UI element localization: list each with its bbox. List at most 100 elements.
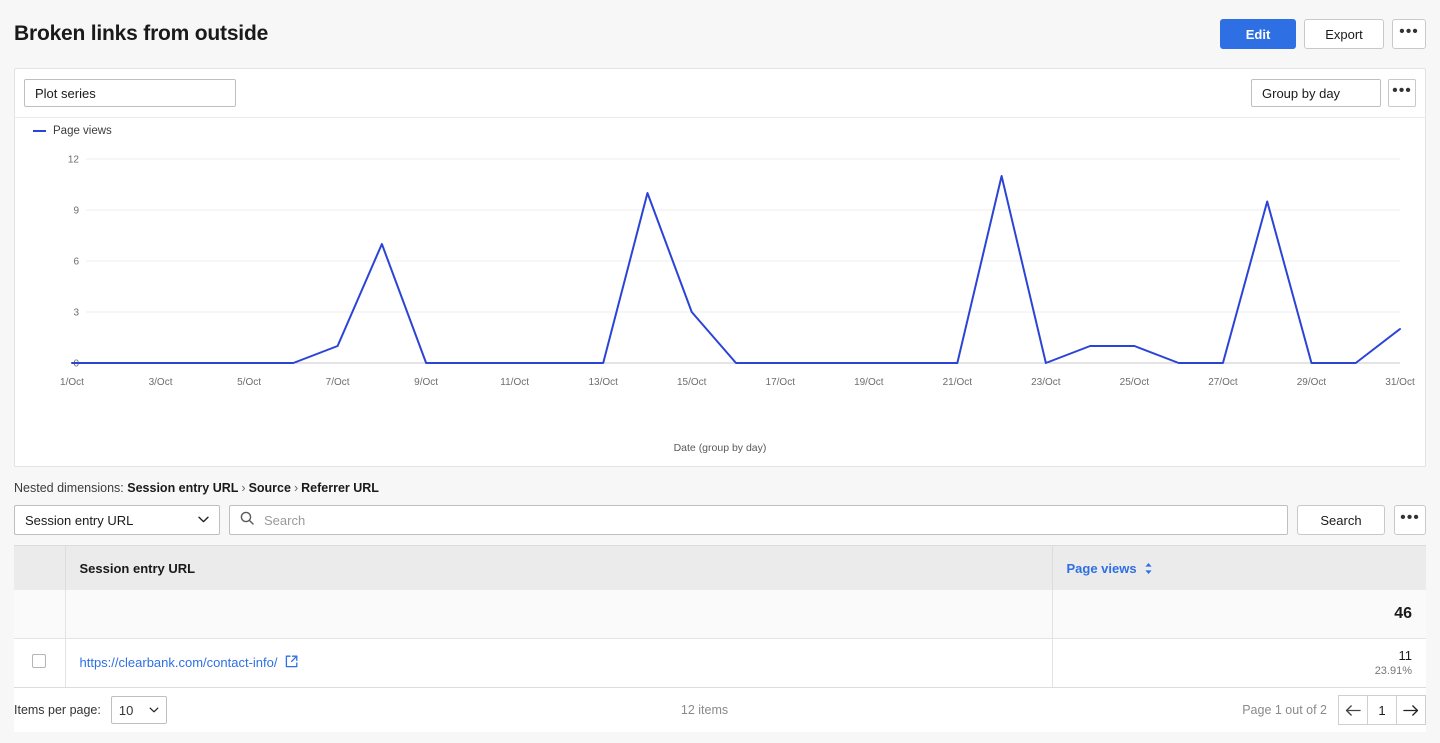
item-count: 12 items	[680, 703, 729, 717]
page-status: Page 1 out of 2	[1242, 703, 1327, 717]
svg-text:3/Oct: 3/Oct	[149, 377, 173, 388]
svg-text:9/Oct: 9/Oct	[414, 377, 438, 388]
row-url-link-wrap[interactable]: https://clearbank.com/contact-info/	[80, 655, 299, 671]
dimension-select[interactable]: Session entry URL	[14, 505, 220, 535]
row-page-views: 11	[1398, 647, 1413, 663]
arrow-right-icon	[1403, 704, 1419, 716]
svg-text:31/Oct: 31/Oct	[1385, 377, 1415, 388]
svg-text:12: 12	[68, 155, 80, 166]
nested-dimension-2: Source	[248, 481, 291, 495]
svg-text:21/Oct: 21/Oct	[943, 377, 973, 388]
chart-more-options-button[interactable]: •••	[1388, 79, 1416, 107]
svg-text:7/Oct: 7/Oct	[326, 377, 350, 388]
header-dimension-label: Session entry URL	[79, 560, 196, 576]
plot-series-select[interactable]: Plot series	[24, 79, 236, 107]
results-table-element: Session entry URL Page views 46 https://…	[14, 546, 1426, 687]
total-page-views: 46	[1394, 604, 1412, 622]
chevron-down-icon	[198, 515, 209, 526]
more-options-button[interactable]: •••	[1392, 19, 1426, 49]
svg-text:9: 9	[73, 206, 79, 217]
header-actions: Edit Export •••	[1220, 19, 1426, 49]
nested-dimension-3: Referrer URL	[301, 481, 379, 495]
chart-toolbar-right: Group by day •••	[1251, 79, 1416, 107]
header-checkbox-cell	[14, 546, 66, 590]
header-metric-label: Page views	[1066, 560, 1137, 576]
header-metric-cell[interactable]: Page views	[1052, 546, 1426, 590]
row-checkbox[interactable]	[32, 654, 47, 669]
nested-sep-1: ›	[241, 481, 246, 495]
row-metric-cell: 11 23.91%	[1052, 638, 1426, 687]
pager-controls: 1	[1338, 695, 1426, 725]
table-total-row: 46	[14, 590, 1426, 638]
nested-dimension-1: Session entry URL	[127, 481, 239, 495]
chart-toolbar: Plot series Group by day •••	[15, 69, 1425, 117]
chart-plot-area: 0 3 6 9 12 1/Oct 3/Oct 5/Oct 7/Oct 9/Oct 11/Oct 13/…	[15, 143, 1425, 448]
table-more-dots-icon: •••	[1400, 509, 1420, 526]
row-checkbox-cell[interactable]	[14, 638, 66, 687]
external-link-icon[interactable]	[285, 655, 298, 671]
svg-text:15/Oct: 15/Oct	[677, 377, 707, 388]
previous-page-button[interactable]	[1338, 695, 1368, 725]
more-dots-icon: •••	[1399, 23, 1419, 40]
svg-text:27/Oct: 27/Oct	[1208, 377, 1238, 388]
legend-item-page-views[interactable]: Page views	[33, 125, 112, 137]
export-button[interactable]: Export	[1304, 19, 1384, 49]
page-views-line-chart: 0369121/Oct 3/Oct 5/Oct 7/Oct 9/Oct 11/Oct 13/…	[60, 155, 1415, 389]
items-per-page-label: Items per page:	[14, 703, 101, 717]
items-per-page-group: Items per page: 10	[14, 696, 167, 724]
chart-card: Plot series Group by day ••• Page views …	[14, 68, 1426, 467]
page-title: Broken links from outside	[14, 22, 269, 45]
table-header-row: Session entry URL Page views	[14, 546, 1426, 590]
search-input[interactable]	[262, 511, 1277, 529]
svg-text:25/Oct: 25/Oct	[1120, 377, 1150, 388]
search-icon	[240, 511, 254, 530]
items-per-page-select[interactable]: 10	[110, 696, 167, 724]
table-head: Session entry URL Page views	[14, 546, 1426, 590]
svg-text:11/Oct: 11/Oct	[500, 377, 529, 388]
group-by-select[interactable]: Group by day	[1251, 79, 1381, 107]
search-field[interactable]	[229, 505, 1288, 535]
table-footer: Items per page: 10 12 items Page 1 out o…	[14, 688, 1426, 732]
page-header: Broken links from outside Edit Export ••…	[0, 0, 1440, 68]
row-url-link[interactable]: https://clearbank.com/contact-info/	[80, 655, 278, 670]
legend-swatch-icon	[33, 129, 46, 132]
svg-text:5/Oct: 5/Oct	[237, 377, 261, 388]
legend-label: Page views	[53, 124, 112, 137]
table-more-options-button[interactable]: •••	[1394, 505, 1426, 535]
svg-text:6: 6	[73, 257, 79, 268]
svg-text:23/Oct: 23/Oct	[1031, 377, 1061, 388]
header-metric-sort[interactable]: Page views	[1067, 561, 1153, 576]
edit-button[interactable]: Edit	[1220, 19, 1296, 49]
chevron-down-icon	[149, 705, 159, 716]
chart-more-dots-icon: •••	[1392, 82, 1412, 99]
row-page-views-percent: 23.91%	[1374, 665, 1412, 678]
table-body: 46 https://clearbank.com/contact-info/ 1…	[14, 590, 1426, 687]
svg-text:17/Oct: 17/Oct	[766, 377, 796, 388]
sort-arrows-icon	[1144, 562, 1153, 575]
report-page: Broken links from outside Edit Export ••…	[0, 0, 1440, 743]
svg-text:1/Oct: 1/Oct	[60, 377, 84, 388]
next-page-button[interactable]	[1396, 695, 1426, 725]
nested-sep-2: ›	[293, 481, 299, 495]
total-checkbox-cell	[14, 590, 66, 638]
dimension-select-value: Session entry URL	[25, 512, 134, 528]
table-row[interactable]: https://clearbank.com/contact-info/ 11 2…	[14, 638, 1426, 687]
nested-dimensions: Nested dimensions: Session entry URL › Sou…	[0, 467, 1440, 505]
svg-text:29/Oct: 29/Oct	[1297, 377, 1327, 388]
svg-text:19/Oct: 19/Oct	[854, 377, 884, 388]
table-controls: Session entry URL Search •••	[0, 505, 1440, 545]
arrow-left-icon	[1345, 704, 1361, 716]
items-per-page-value: 10	[118, 702, 134, 718]
chart-legend: Page views	[15, 117, 1425, 143]
search-button[interactable]: Search	[1297, 505, 1385, 535]
nested-dimensions-label: Nested dimensions:	[14, 481, 124, 495]
group-by-label: Group by day	[1262, 85, 1341, 101]
total-metric-cell: 46	[1052, 590, 1426, 638]
header-dimension-cell: Session entry URL	[65, 546, 1053, 590]
svg-text:3: 3	[73, 308, 79, 319]
current-page-button[interactable]: 1	[1367, 695, 1397, 725]
pagination: Page 1 out of 2 1	[1242, 695, 1426, 725]
svg-text:13/Oct: 13/Oct	[588, 377, 618, 388]
total-dimension-cell	[65, 590, 1053, 638]
row-dimension-cell: https://clearbank.com/contact-info/	[65, 638, 1053, 687]
